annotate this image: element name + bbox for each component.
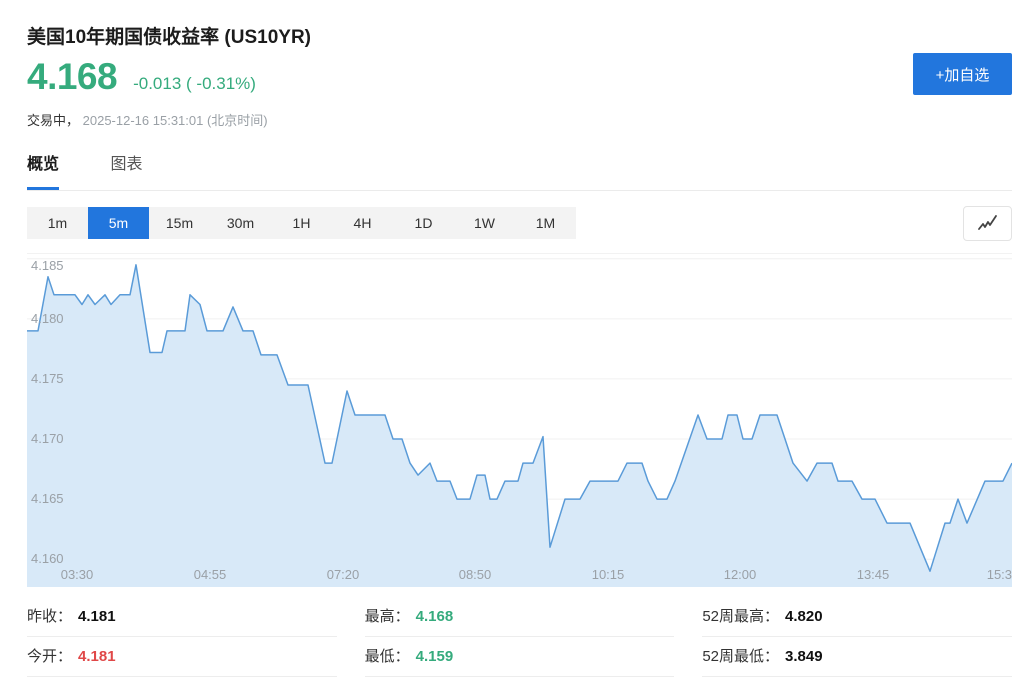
quote-page: 美国10年期国债收益率 (US10YR) 4.168 -0.013 ( -0.3… (0, 0, 1024, 692)
chart-canvas (27, 254, 1012, 587)
chart-style-button[interactable] (963, 206, 1012, 241)
page-title: 美国10年期国债收益率 (US10YR) (27, 22, 311, 49)
y-axis-label: 4.165 (31, 491, 64, 506)
timeframe-1m-month[interactable]: 1M (515, 207, 576, 239)
trading-status-label: 交易中， (27, 113, 79, 128)
timeframe-1w[interactable]: 1W (454, 207, 515, 239)
stat-prev-close: 昨收：4.181 (27, 597, 337, 637)
trend-line-icon (975, 213, 1001, 235)
x-axis-label: 07:20 (321, 567, 365, 582)
x-axis-label: 15:30 (981, 567, 1012, 582)
timeframe-1m[interactable]: 1m (27, 207, 88, 239)
x-axis-label: 10:15 (586, 567, 630, 582)
y-axis-label: 4.180 (31, 311, 64, 326)
timeframe-strip: 1m 5m 15m 30m 1H 4H 1D 1W 1M (27, 207, 576, 239)
stat-52w-high: 52周最高：4.820 (702, 597, 1012, 637)
trading-status: 交易中， 2025-12-16 15:31:01 (北京时间) (27, 110, 268, 129)
stats-column: 最高：4.168 最低：4.159 (365, 597, 675, 677)
tab-bar: 概览 图表 (27, 152, 1012, 191)
timeframe-1d[interactable]: 1D (393, 207, 454, 239)
x-axis-label: 03:30 (55, 567, 99, 582)
series-area (27, 265, 1012, 587)
y-axis-label: 4.160 (31, 551, 64, 566)
tab-chart[interactable]: 图表 (110, 152, 142, 190)
timeframe-30m[interactable]: 30m (210, 207, 271, 239)
last-price: 4.168 (27, 56, 117, 98)
stats-column: 昨收：4.181 今开：4.181 (27, 597, 337, 677)
y-axis-label: 4.185 (31, 258, 64, 273)
price-chart[interactable]: 4.185 4.180 4.175 4.170 4.165 4.16003:30 04:55… (27, 253, 1012, 587)
add-watchlist-button[interactable]: +加自选 (913, 53, 1012, 95)
y-axis-label: 4.170 (31, 431, 64, 446)
x-axis-label: 12:00 (718, 567, 762, 582)
quote-timestamp: 2025-12-16 15:31:01 (北京时间) (83, 113, 268, 128)
stats-column: 52周最高：4.820 52周最低：3.849 (702, 597, 1012, 677)
price-row: 4.168 -0.013 ( -0.31%) (27, 56, 256, 98)
stat-high: 最高：4.168 (365, 597, 675, 637)
chart-toolbar: 1m 5m 15m 30m 1H 4H 1D 1W 1M (27, 207, 1012, 241)
timeframe-5m[interactable]: 5m (88, 207, 149, 239)
timeframe-15m[interactable]: 15m (149, 207, 210, 239)
timeframe-4h[interactable]: 4H (332, 207, 393, 239)
x-axis-label: 04:55 (188, 567, 232, 582)
timeframe-1h[interactable]: 1H (271, 207, 332, 239)
y-axis-label: 4.175 (31, 371, 64, 386)
x-axis-label: 13:45 (851, 567, 895, 582)
price-change: -0.013 ( -0.31%) (133, 74, 256, 94)
x-axis-label: 08:50 (453, 567, 497, 582)
stats-grid: 昨收：4.181 今开：4.181 最高：4.168 最低：4.159 52周最… (27, 597, 1012, 677)
tab-overview[interactable]: 概览 (27, 152, 59, 190)
stat-52w-low: 52周最低：3.849 (702, 637, 1012, 677)
stat-open: 今开：4.181 (27, 637, 337, 677)
stat-low: 最低：4.159 (365, 637, 675, 677)
